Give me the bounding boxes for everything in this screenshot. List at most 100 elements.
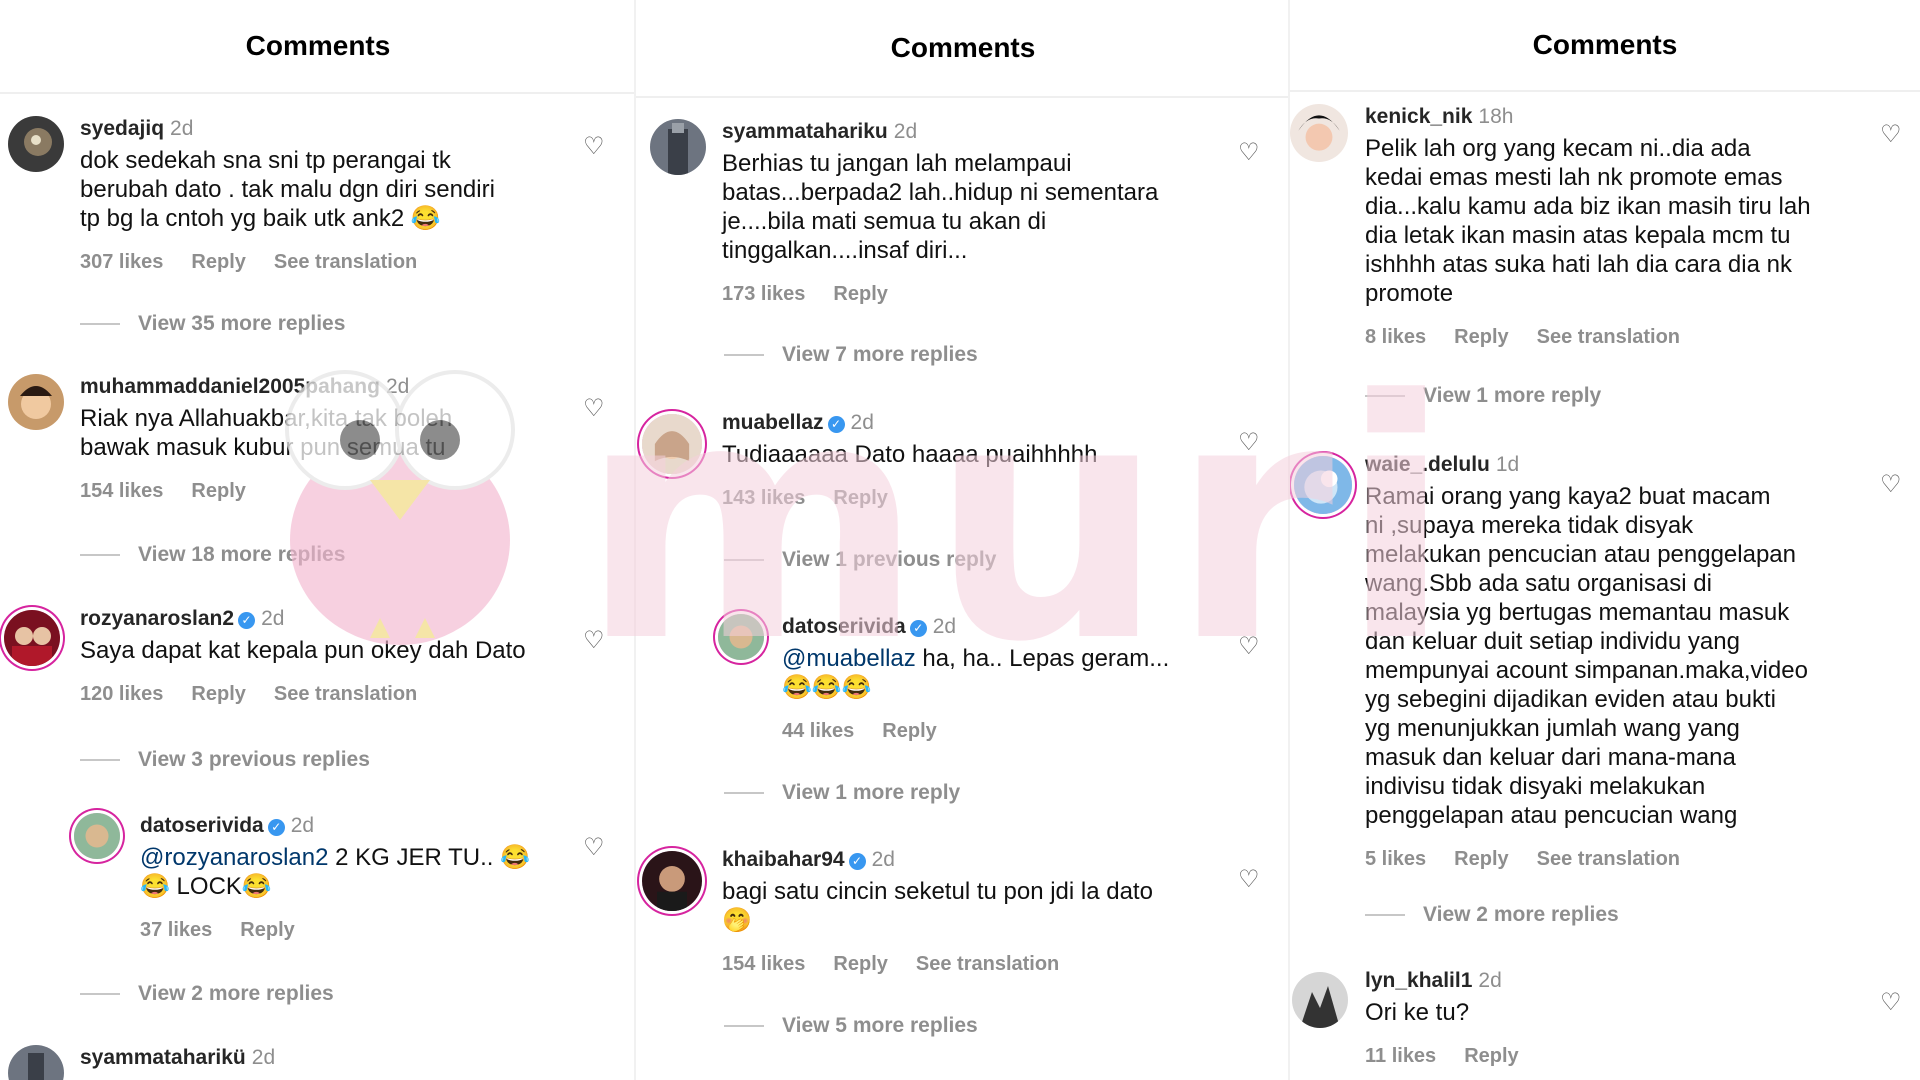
heart-icon[interactable]: ♡ [1238,865,1260,894]
reply-button[interactable]: Reply [833,487,887,509]
likes-count[interactable]: 143 likes [722,487,805,509]
see-translation-link[interactable]: See translation [1537,326,1680,348]
avatar[interactable] [4,610,60,666]
username[interactable]: datoserivida [140,814,264,837]
heart-icon[interactable]: ♡ [1238,632,1260,661]
heart-icon[interactable]: ♡ [583,132,605,161]
likes-count[interactable]: 11 likes [1365,1045,1436,1067]
mention-link[interactable]: @muabellaz [782,645,916,672]
view-replies-label: View 1 previous reply [782,548,997,571]
username[interactable]: lyn_khalil1 [1365,969,1472,992]
comment-text: Tudiaaaaaa Dato haaaa puaihhhhh [722,441,1098,468]
avatar[interactable] [8,116,64,172]
heart-icon[interactable]: ♡ [1238,428,1260,457]
username[interactable]: syammatahariku [722,120,888,143]
view-replies-button[interactable]: View 1 more reply [724,781,960,805]
username[interactable]: khaibahar94 [722,848,845,871]
view-replies-label: View 3 previous replies [138,748,370,771]
view-replies-button[interactable]: View 18 more replies [80,543,345,567]
reply-button[interactable]: Reply [833,953,887,975]
see-translation-link[interactable]: See translation [274,683,417,705]
timestamp: 2d [251,1046,276,1069]
divider [1365,395,1405,397]
see-translation-link[interactable]: See translation [916,953,1059,975]
username[interactable]: datoserivida [782,615,906,638]
comments-panel-left: Comments syedajiq 2d dok sedekah sna sni … [0,0,636,1080]
panel-divider [1288,0,1290,1080]
see-translation-link[interactable]: See translation [274,251,417,273]
avatar[interactable] [642,414,702,474]
comments-panel-middle: Comments syammatahariku 2d Berhias tu jan… [636,0,1290,1080]
likes-count[interactable]: 37 likes [140,919,212,941]
avatar[interactable] [1292,972,1348,1028]
heart-icon[interactable]: ♡ [583,626,605,655]
divider [80,554,120,556]
reply-button[interactable]: Reply [1454,848,1508,870]
username[interactable]: syedajiq [80,117,164,140]
view-replies-button[interactable]: View 1 previous reply [724,548,996,572]
heart-icon[interactable]: ♡ [1238,138,1260,167]
reply-button[interactable]: Reply [191,480,245,502]
comment-text: Berhias tu jangan lah melampaui batas...… [722,150,1159,264]
view-replies-button[interactable]: View 2 more replies [1365,903,1619,927]
timestamp: 2d [170,117,194,140]
username[interactable]: kenick_nik [1365,105,1472,128]
mention-link[interactable]: @rozyanaroslan2 [140,844,328,871]
reply-button[interactable]: Reply [191,251,245,273]
likes-count[interactable]: 154 likes [722,953,805,975]
avatar[interactable] [8,1045,64,1080]
panel-title: Comments [0,0,636,94]
reply-button[interactable]: Reply [833,283,887,305]
timestamp: 2d [871,848,895,871]
view-replies-button[interactable]: View 1 more reply [1365,384,1601,408]
likes-count[interactable]: 154 likes [80,480,163,502]
heart-icon[interactable]: ♡ [1880,120,1902,149]
username[interactable]: rozyanaroslan2 [80,607,234,630]
view-replies-button[interactable]: View 35 more replies [80,312,345,336]
view-replies-button[interactable]: View 7 more replies [724,343,978,367]
likes-count[interactable]: 120 likes [80,683,163,705]
likes-count[interactable]: 307 likes [80,251,163,273]
likes-count[interactable]: 173 likes [722,283,805,305]
divider [724,792,764,794]
panel-title: Comments [1290,0,1920,92]
divider [80,759,120,761]
comment-text: Riak nya Allahuakbar,kita tak boleh bawa… [80,405,453,461]
username[interactable]: muhammaddaniel2005pahang [80,375,380,398]
heart-icon[interactable]: ♡ [1880,988,1902,1017]
view-replies-label: View 7 more replies [782,343,978,366]
avatar[interactable] [650,119,706,175]
comment-text: Ramai orang yang kaya2 buat macam ni ,su… [1365,483,1808,829]
view-replies-button[interactable]: View 3 previous replies [80,748,370,772]
view-replies-button[interactable]: View 2 more replies [80,982,334,1006]
heart-icon[interactable]: ♡ [583,394,605,423]
reply-button[interactable]: Reply [1464,1045,1518,1067]
reply-button[interactable]: Reply [882,720,936,742]
heart-icon[interactable]: ♡ [1880,470,1902,499]
reply-button[interactable]: Reply [191,683,245,705]
avatar[interactable] [642,851,702,911]
divider [724,354,764,356]
timestamp: 2d [932,615,957,638]
avatar[interactable] [1290,104,1348,162]
view-replies-label: View 35 more replies [138,312,346,335]
likes-count[interactable]: 5 likes [1365,848,1426,870]
comment-text: Pelik lah org yang kecam ni..dia ada ked… [1365,135,1811,307]
avatar[interactable] [8,374,64,430]
avatar[interactable] [74,813,120,859]
likes-count[interactable]: 44 likes [782,720,854,742]
username[interactable]: waie_.delulu [1365,453,1490,476]
avatar[interactable] [1294,456,1352,514]
see-translation-link[interactable]: See translation [1537,848,1680,870]
likes-count[interactable]: 8 likes [1365,326,1426,348]
timestamp: 1d [1495,453,1520,476]
reply-button[interactable]: Reply [240,919,294,941]
timestamp: 18h [1478,105,1514,128]
reply-button[interactable]: Reply [1454,326,1508,348]
avatar[interactable] [718,614,764,660]
username[interactable]: muabellaz [722,411,824,434]
heart-icon[interactable]: ♡ [583,833,605,862]
username[interactable]: syammataharikü [80,1046,246,1069]
panel-divider [634,0,636,1080]
view-replies-button[interactable]: View 5 more replies [724,1014,978,1038]
